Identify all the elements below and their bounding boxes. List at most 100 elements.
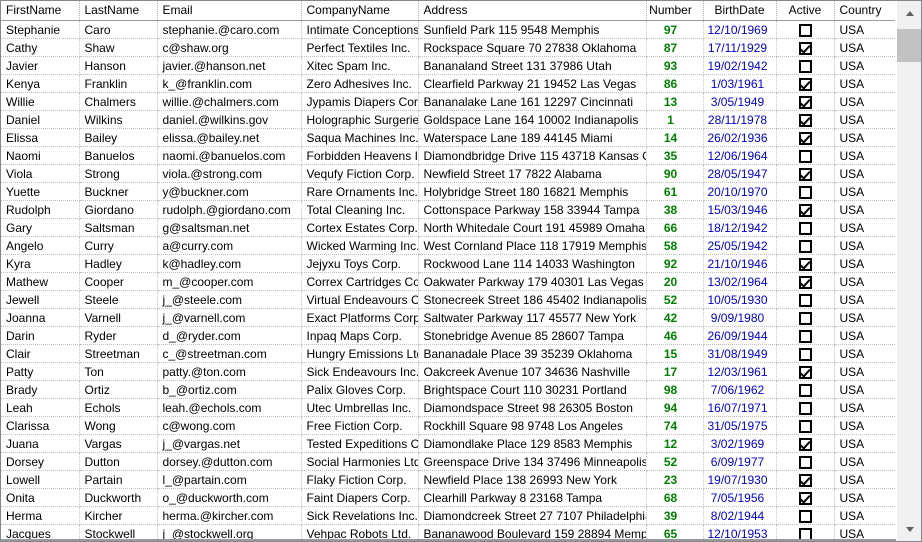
cell-address[interactable]: Waterspace Lane 189 44145 Miami bbox=[418, 128, 647, 147]
cell-companyname[interactable]: Sick Endeavours Inc. bbox=[301, 362, 419, 381]
cell-email[interactable]: stephanie.@caro.com bbox=[157, 20, 302, 39]
cell-companyname[interactable]: Intimate Conceptions Ltd. bbox=[301, 20, 419, 39]
cell-email[interactable]: willie.@chalmers.com bbox=[157, 92, 302, 111]
cell-birthdate[interactable]: 31/08/1949 bbox=[703, 344, 777, 363]
cell-lastname[interactable]: Partain bbox=[79, 470, 158, 489]
cell-lastname[interactable]: Duckworth bbox=[79, 488, 158, 507]
cell-active[interactable] bbox=[776, 326, 835, 345]
cell-firstname[interactable]: Juana bbox=[1, 434, 80, 453]
cell-birthdate[interactable]: 21/10/1946 bbox=[703, 254, 777, 273]
cell-companyname[interactable]: Faint Diapers Corp. bbox=[301, 488, 419, 507]
cell-birthdate[interactable]: 8/02/1944 bbox=[703, 506, 777, 525]
table-row[interactable]: Clarissa Wong c@wong.com Free Fiction Corp.… bbox=[1, 416, 895, 435]
table-row[interactable]: Herma Kircher herma.@kircher.com Sick Revel… bbox=[1, 506, 895, 525]
cell-email[interactable]: b_@ortiz.com bbox=[157, 380, 302, 399]
cell-birthdate[interactable]: 7/05/1956 bbox=[703, 488, 777, 507]
cell-address[interactable]: Bananalake Lane 161 12297 Cincinnati bbox=[418, 92, 647, 111]
checkbox-checked-icon[interactable] bbox=[798, 257, 812, 271]
checkbox-unchecked-icon[interactable] bbox=[798, 401, 812, 415]
cell-active[interactable] bbox=[776, 236, 835, 255]
table-row[interactable]: Kenya Franklin k_@franklin.com Zero Adhesiv… bbox=[1, 74, 895, 93]
cell-number[interactable]: 14 bbox=[646, 128, 704, 147]
cell-address[interactable]: Clearfield Parkway 21 19452 Las Vegas bbox=[418, 74, 647, 93]
cell-number[interactable]: 52 bbox=[646, 452, 704, 471]
table-row[interactable]: Joanna Varnell j_@varnell.com Exact Platfor… bbox=[1, 308, 895, 327]
cell-birthdate[interactable]: 1/03/1961 bbox=[703, 74, 777, 93]
cell-active[interactable] bbox=[776, 452, 835, 471]
cell-country[interactable]: USA bbox=[834, 128, 895, 147]
cell-firstname[interactable]: Jewell bbox=[1, 290, 80, 309]
cell-country[interactable]: USA bbox=[834, 38, 895, 57]
cell-firstname[interactable]: Yuette bbox=[1, 182, 80, 201]
checkbox-unchecked-icon[interactable] bbox=[798, 419, 812, 433]
cell-email[interactable]: l_@partain.com bbox=[157, 470, 302, 489]
cell-country[interactable]: USA bbox=[834, 488, 895, 507]
cell-firstname[interactable]: Viola bbox=[1, 164, 80, 183]
cell-birthdate[interactable]: 13/02/1964 bbox=[703, 272, 777, 291]
cell-email[interactable]: c@shaw.org bbox=[157, 38, 302, 57]
cell-email[interactable]: m_@cooper.com bbox=[157, 272, 302, 291]
checkbox-unchecked-icon[interactable] bbox=[798, 293, 812, 307]
checkbox-unchecked-icon[interactable] bbox=[798, 185, 812, 199]
scrollbar-thumb[interactable] bbox=[897, 29, 921, 62]
cell-email[interactable]: viola.@strong.com bbox=[157, 164, 302, 183]
cell-country[interactable]: USA bbox=[834, 362, 895, 381]
cell-number[interactable]: 52 bbox=[646, 290, 704, 309]
cell-number[interactable]: 12 bbox=[646, 434, 704, 453]
checkbox-checked-icon[interactable] bbox=[798, 365, 812, 379]
checkbox-checked-icon[interactable] bbox=[798, 131, 812, 145]
column-header-active[interactable]: Active bbox=[776, 1, 835, 21]
cell-lastname[interactable]: Ton bbox=[79, 362, 158, 381]
cell-email[interactable]: j_@varnell.com bbox=[157, 308, 302, 327]
cell-lastname[interactable]: Kircher bbox=[79, 506, 158, 525]
cell-active[interactable] bbox=[776, 380, 835, 399]
checkbox-unchecked-icon[interactable] bbox=[798, 239, 812, 253]
cell-companyname[interactable]: Cortex Estates Corp. bbox=[301, 218, 419, 237]
cell-birthdate[interactable]: 26/02/1936 bbox=[703, 128, 777, 147]
cell-firstname[interactable]: Kyra bbox=[1, 254, 80, 273]
cell-number[interactable]: 38 bbox=[646, 200, 704, 219]
table-row[interactable]: Lowell Partain l_@partain.com Flaky Fiction… bbox=[1, 470, 895, 489]
cell-lastname[interactable]: Saltsman bbox=[79, 218, 158, 237]
cell-lastname[interactable]: Curry bbox=[79, 236, 158, 255]
cell-firstname[interactable]: Lowell bbox=[1, 470, 80, 489]
checkbox-checked-icon[interactable] bbox=[798, 113, 812, 127]
cell-email[interactable]: daniel.@wilkins.gov bbox=[157, 110, 302, 129]
cell-active[interactable] bbox=[776, 38, 835, 57]
cell-birthdate[interactable]: 31/05/1975 bbox=[703, 416, 777, 435]
cell-number[interactable]: 86 bbox=[646, 74, 704, 93]
cell-lastname[interactable]: Echols bbox=[79, 398, 158, 417]
cell-birthdate[interactable]: 25/05/1942 bbox=[703, 236, 777, 255]
checkbox-unchecked-icon[interactable] bbox=[798, 23, 812, 37]
cell-birthdate[interactable]: 15/03/1946 bbox=[703, 200, 777, 219]
cell-birthdate[interactable]: 18/12/1942 bbox=[703, 218, 777, 237]
cell-firstname[interactable]: Clarissa bbox=[1, 416, 80, 435]
cell-firstname[interactable]: Joanna bbox=[1, 308, 80, 327]
cell-birthdate[interactable]: 10/05/1930 bbox=[703, 290, 777, 309]
cell-birthdate[interactable]: 12/10/1969 bbox=[703, 20, 777, 39]
cell-lastname[interactable]: Shaw bbox=[79, 38, 158, 57]
cell-companyname[interactable]: Sick Revelations Inc. bbox=[301, 506, 419, 525]
cell-companyname[interactable]: Jypamis Diapers Corp. bbox=[301, 92, 419, 111]
cell-country[interactable]: USA bbox=[834, 344, 895, 363]
cell-companyname[interactable]: Wicked Warming Inc. bbox=[301, 236, 419, 255]
cell-companyname[interactable]: Vequfy Fiction Corp. bbox=[301, 164, 419, 183]
checkbox-checked-icon[interactable] bbox=[798, 41, 812, 55]
cell-companyname[interactable]: Tested Expeditions Corp. bbox=[301, 434, 419, 453]
table-row[interactable]: Yuette Buckner y@buckner.com Rare Ornaments… bbox=[1, 182, 895, 201]
cell-active[interactable] bbox=[776, 254, 835, 273]
table-row[interactable]: Elissa Bailey elissa.@bailey.net Saqua Mach… bbox=[1, 128, 895, 147]
checkbox-checked-icon[interactable] bbox=[798, 437, 812, 451]
cell-address[interactable]: Brightspace Court 110 30231 Portland bbox=[418, 380, 647, 399]
cell-number[interactable]: 35 bbox=[646, 146, 704, 165]
cell-address[interactable]: Oakcreek Avenue 107 34636 Nashville bbox=[418, 362, 647, 381]
cell-number[interactable]: 66 bbox=[646, 218, 704, 237]
cell-firstname[interactable]: Gary bbox=[1, 218, 80, 237]
cell-birthdate[interactable]: 19/02/1942 bbox=[703, 56, 777, 75]
cell-country[interactable]: USA bbox=[834, 146, 895, 165]
cell-companyname[interactable]: Flaky Fiction Corp. bbox=[301, 470, 419, 489]
cell-active[interactable] bbox=[776, 308, 835, 327]
cell-address[interactable]: Bananaland Street 131 37986 Utah bbox=[418, 56, 647, 75]
cell-lastname[interactable]: Hanson bbox=[79, 56, 158, 75]
cell-lastname[interactable]: Strong bbox=[79, 164, 158, 183]
